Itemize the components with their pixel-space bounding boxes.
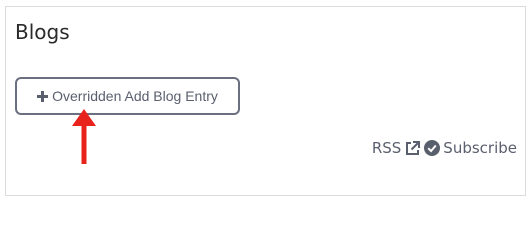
subscribe-label: Subscribe <box>443 139 517 157</box>
footer-links: RSS Subscribe <box>372 139 517 157</box>
external-link-icon <box>406 140 421 155</box>
plus-icon <box>37 90 49 102</box>
rss-link[interactable]: RSS <box>372 139 421 157</box>
rss-label: RSS <box>371 139 402 157</box>
add-blog-entry-button[interactable]: Overridden Add Blog Entry <box>15 77 240 115</box>
add-blog-entry-label: Overridden Add Blog Entry <box>52 88 218 104</box>
subscribe-link[interactable]: Subscribe <box>424 139 517 157</box>
red-arrow-pointer-icon <box>72 109 96 164</box>
check-circle-icon <box>424 140 441 156</box>
panel-title: Blogs <box>15 20 70 44</box>
